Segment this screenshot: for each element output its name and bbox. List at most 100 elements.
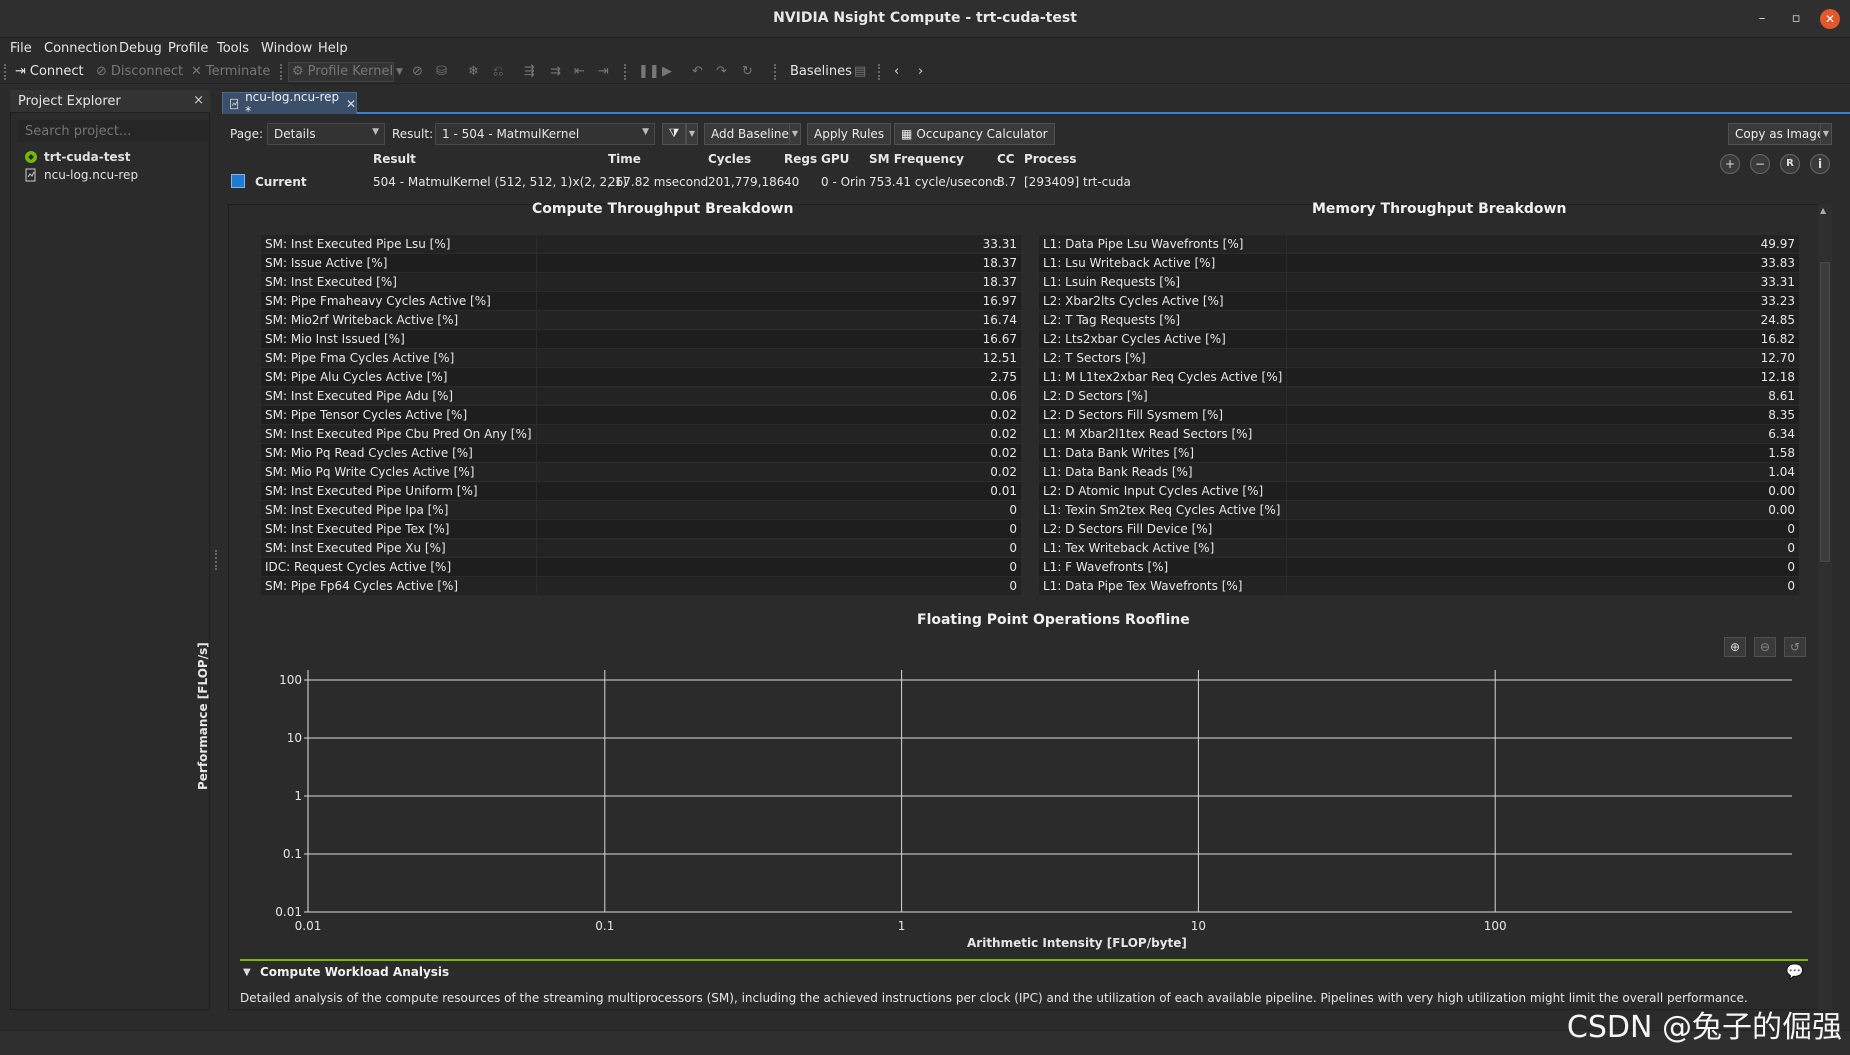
metric-value: 12.18 <box>1286 367 1800 387</box>
menu-tools[interactable]: Tools <box>217 41 249 56</box>
toolbar-grip-4[interactable] <box>774 64 778 80</box>
current-sm-frequency: 753.41 cycle/usecond <box>869 175 1001 189</box>
terminate-button[interactable]: ✕ Terminate <box>191 64 270 79</box>
minimize-icon[interactable]: – <box>1752 9 1772 29</box>
filter-icon: ⧩ <box>668 126 680 140</box>
menu-debug[interactable]: Debug <box>119 41 162 56</box>
connect-button[interactable]: ⇥ Connect <box>15 64 84 79</box>
run-to-icon[interactable]: ⇥ <box>598 64 609 79</box>
tab-ncu-log[interactable]: ncu-log.ncu-rep * ✕ <box>222 90 357 118</box>
filter-button[interactable]: ⧩ <box>662 123 686 145</box>
forward-icon[interactable]: › <box>918 64 923 79</box>
profile-kernel-button[interactable]: ⚙ Profile Kernel <box>292 64 393 79</box>
compute-row: SM: Mio Pq Write Cycles Active [%] 0.02 <box>260 462 1023 482</box>
compute-row: SM: Pipe Tensor Cycles Active [%] 0.02 <box>260 405 1023 425</box>
memory-row: L1: Lsu Writeback Active [%] 33.83 <box>1037 253 1800 273</box>
freeze-icon[interactable]: ❄ <box>468 64 479 79</box>
roofline-x-tick-label: 1 <box>898 919 906 933</box>
metric-value: 18.37 <box>535 272 1023 292</box>
current-time: 267.82 msecond <box>608 175 709 189</box>
metric-name: SM: Mio Inst Issued [%] <box>260 329 537 349</box>
col-regs: Regs <box>784 152 818 166</box>
compute-row: SM: Mio Pq Read Cycles Active [%] 0.02 <box>260 443 1023 463</box>
metric-value: 49.97 <box>1286 234 1800 254</box>
baselines-label: Baselines <box>790 64 852 79</box>
apply-rules-button[interactable]: Apply Rules <box>807 123 892 145</box>
memory-row: L1: Data Bank Writes [%] 1.58 <box>1037 443 1800 463</box>
collapse-all-icon[interactable]: − <box>1750 154 1770 174</box>
add-baseline-dropdown[interactable]: ▼ <box>789 123 801 145</box>
roofline-grid <box>304 670 1792 913</box>
profile-kernel-dropdown-icon[interactable]: ▼ <box>396 67 403 77</box>
expand-all-icon[interactable]: + <box>1720 154 1740 174</box>
metric-name: IDC: Request Cycles Active [%] <box>260 557 537 577</box>
toolbar-grip-2[interactable] <box>280 64 284 80</box>
redo-icon[interactable]: ↷ <box>716 64 727 79</box>
toolbar-grip[interactable] <box>4 64 8 80</box>
step-into-icon[interactable]: ⇶ <box>524 64 535 79</box>
menu-file[interactable]: File <box>10 41 32 56</box>
collapse-triangle-icon[interactable]: ▼ <box>243 967 251 978</box>
current-cc: 8.7 <box>997 175 1017 189</box>
search-project-input[interactable] <box>18 120 208 142</box>
add-baseline-button[interactable]: Add Baseline <box>704 123 796 145</box>
tree-item-report[interactable]: ncu-log.ncu-rep <box>24 168 138 182</box>
splitter-grip[interactable] <box>215 550 219 570</box>
page-select[interactable]: Details ▼ <box>267 123 385 145</box>
result-select[interactable]: 1 - 504 - MatmulKernel ▼ <box>435 123 655 145</box>
disconnect-button[interactable]: ⊘ Disconnect <box>96 64 183 79</box>
compute-workload-analysis-title[interactable]: Compute Workload Analysis <box>260 965 449 979</box>
pause-icon[interactable]: ❚❚ <box>638 64 660 79</box>
metric-value: 8.61 <box>1286 386 1800 406</box>
project-explorer-title: Project Explorer <box>18 94 121 109</box>
compute-row: SM: Pipe Fmaheavy Cycles Active [%] 16.97 <box>260 291 1023 311</box>
compute-row: SM: Mio2rf Writeback Active [%] 16.74 <box>260 310 1023 330</box>
comment-icon[interactable]: 💬 <box>1786 964 1803 980</box>
memory-row: L2: T Sectors [%] 12.70 <box>1037 348 1800 368</box>
compute-workload-analysis-section[interactable] <box>240 959 1808 985</box>
menu-profile[interactable]: Profile <box>168 41 208 56</box>
back-icon[interactable]: ‹ <box>894 64 899 79</box>
scrollbar-thumb[interactable] <box>1820 262 1830 562</box>
auto-profile-icon[interactable]: ⛁ <box>436 64 447 79</box>
cancel-icon[interactable]: ⊘ <box>412 64 423 79</box>
filter-dropdown[interactable]: ▼ <box>686 123 698 145</box>
copy-as-image-button[interactable]: Copy as Image <box>1728 123 1832 145</box>
metric-value: 0.02 <box>535 424 1023 444</box>
occupancy-calculator-label: Occupancy Calculator <box>916 127 1048 141</box>
toolbar-grip-5[interactable] <box>878 64 882 80</box>
vertical-scrollbar[interactable]: ▲ <box>1818 204 1832 1010</box>
toolbar-grip-3[interactable] <box>624 64 628 80</box>
maximize-icon[interactable]: ▫ <box>1786 9 1806 29</box>
menu-help[interactable]: Help <box>318 41 348 56</box>
tree-item-project[interactable]: trt-cuda-test <box>24 150 130 164</box>
reset-icon[interactable]: ↻ <box>742 64 753 79</box>
project-explorer-panel <box>10 112 210 1010</box>
close-window-icon[interactable]: ✕ <box>1820 9 1840 29</box>
roofline-x-tick-label: 100 <box>1484 919 1507 933</box>
metric-value: 0 <box>1286 538 1800 558</box>
roofline-chart[interactable]: 0.01 0.1 1 10 100 0.01 0.1 1 10 100 <box>240 640 1820 960</box>
step-out-icon[interactable]: ⇤ <box>574 64 585 79</box>
step-over-icon[interactable]: ⇉ <box>550 64 561 79</box>
memory-row: L1: Lsuin Requests [%] 33.31 <box>1037 272 1800 292</box>
tab-close-icon[interactable]: ✕ <box>346 97 356 111</box>
roofline-y-tick-label: 1 <box>294 789 302 803</box>
info-icon[interactable]: i <box>1810 154 1830 174</box>
scroll-up-icon[interactable]: ▲ <box>1820 206 1826 215</box>
resume-icon[interactable]: ▶ <box>662 64 672 79</box>
baselines-manage-icon[interactable]: ▤ <box>854 64 866 79</box>
api-stream-icon[interactable]: ⎌ <box>493 64 503 79</box>
metric-name: SM: Issue Active [%] <box>260 253 537 273</box>
current-color-swatch[interactable] <box>231 174 245 188</box>
metric-name: SM: Inst Executed Pipe Cbu Pred On Any [… <box>260 424 537 444</box>
compute-row: SM: Inst Executed Pipe Tex [%] 0 <box>260 519 1023 539</box>
close-explorer-icon[interactable]: × <box>193 93 204 108</box>
rules-icon[interactable]: R <box>1780 154 1800 174</box>
menu-connection[interactable]: Connection <box>44 41 118 56</box>
menu-window[interactable]: Window <box>261 41 312 56</box>
occupancy-calculator-button[interactable]: ▦ Occupancy Calculator <box>894 123 1055 145</box>
copy-as-image-dropdown[interactable]: ▼ <box>1820 123 1832 145</box>
undo-icon[interactable]: ↶ <box>692 64 703 79</box>
baselines-button[interactable]: Baselines <box>790 64 852 79</box>
